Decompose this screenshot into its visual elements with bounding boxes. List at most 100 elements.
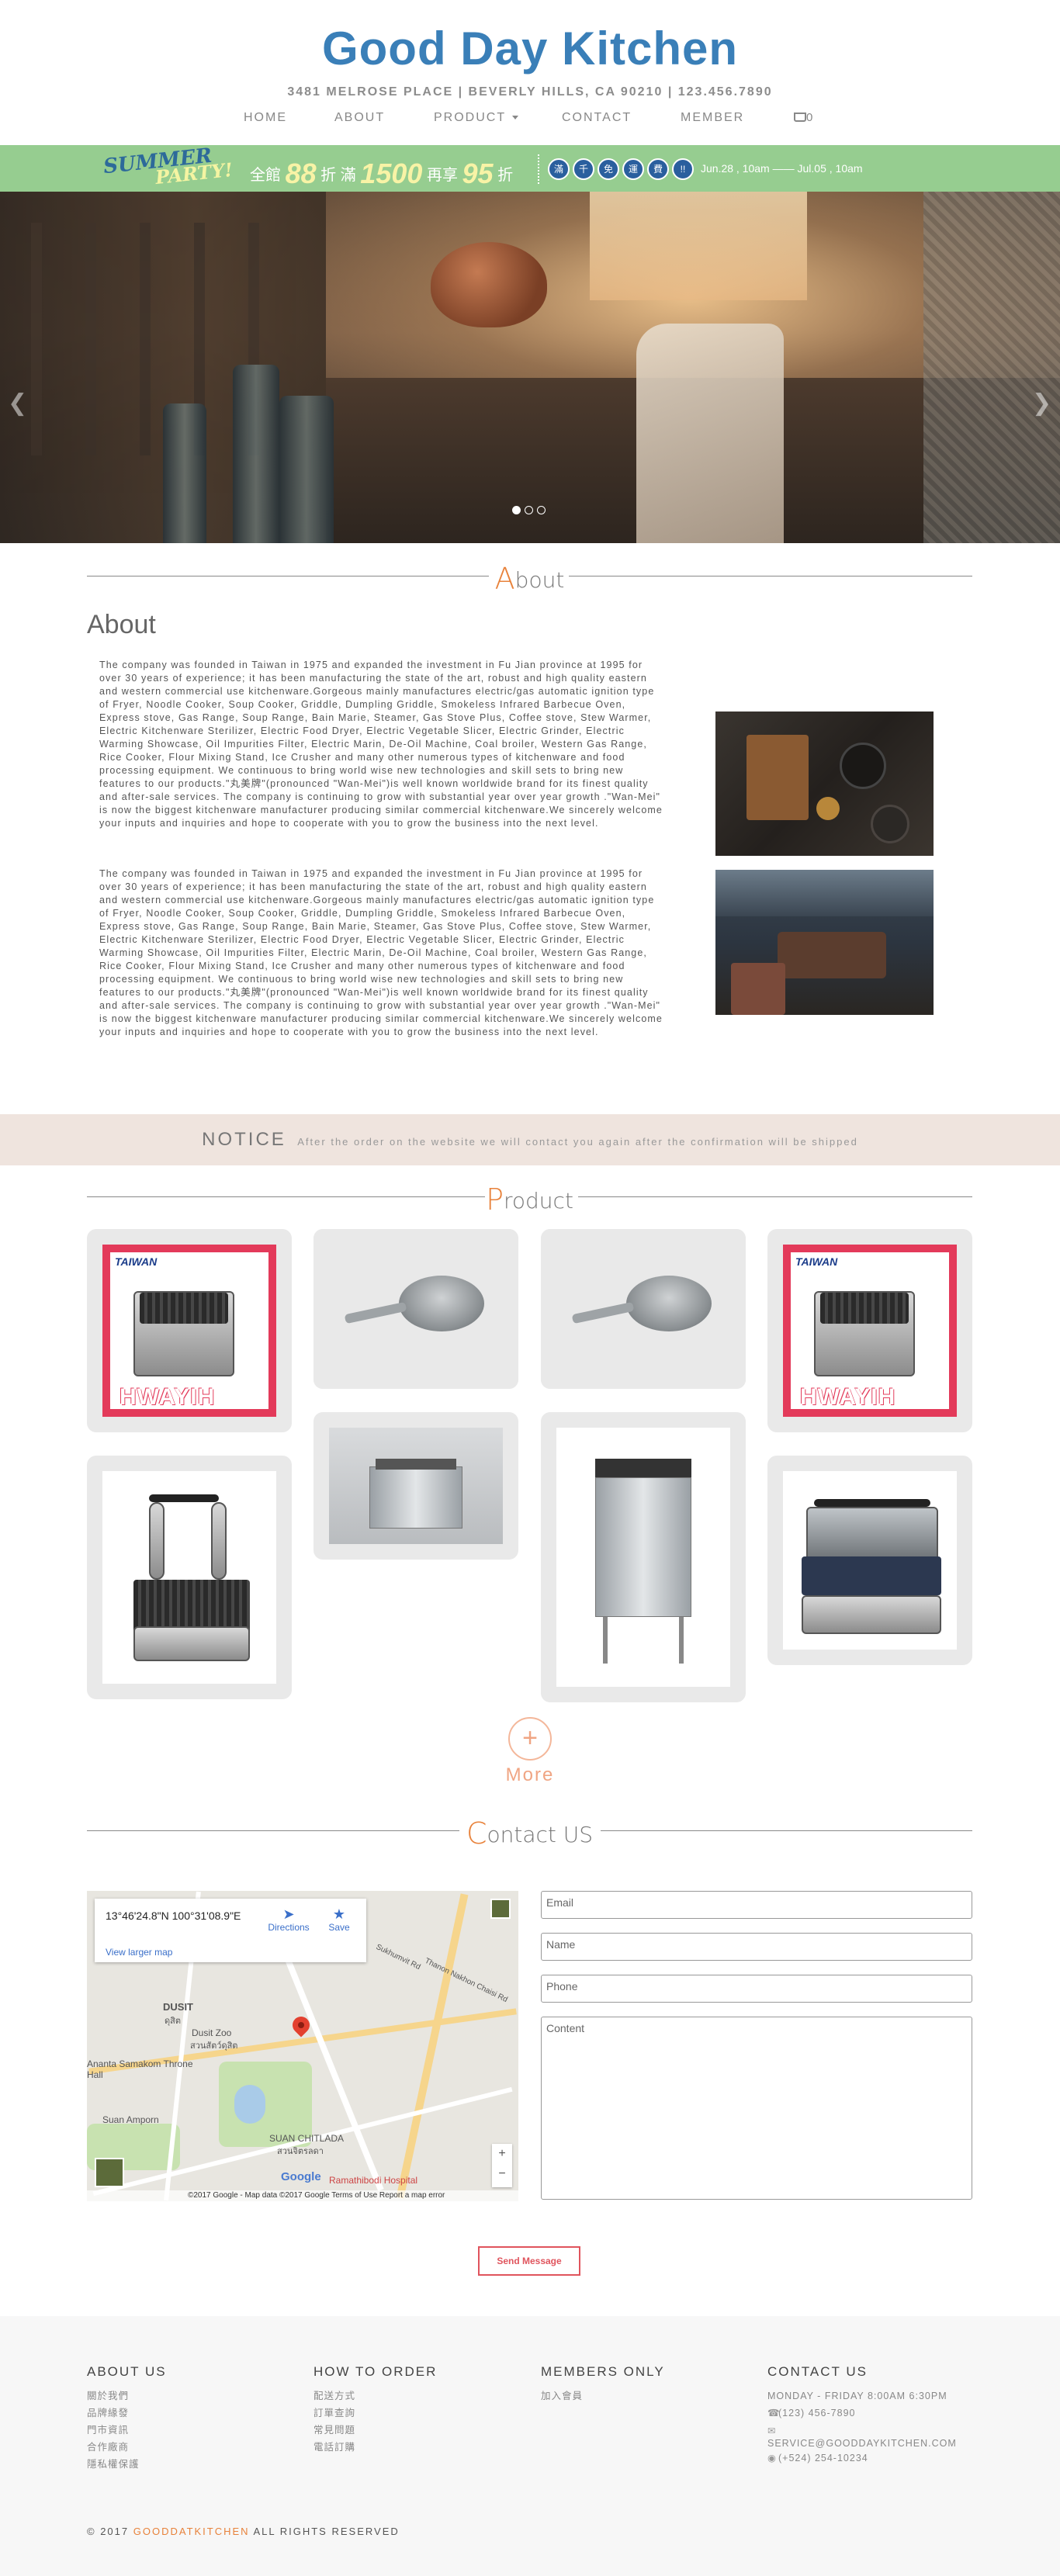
footer-link[interactable]: 配送方式 <box>313 2387 531 2405</box>
content-placeholder: Content <box>546 2022 585 2034</box>
title-cap: A <box>494 562 515 596</box>
map-attribution: ©2017 Google - Map data ©2017 Google Ter… <box>87 2190 518 2201</box>
hero-tiles <box>923 192 1060 543</box>
footer-column-title: MEMBERS ONLY <box>541 2364 665 2379</box>
content-textarea[interactable]: Content <box>541 2017 972 2200</box>
footer-members-column: MEMBERS ONLY 加入會員 <box>541 2364 758 2405</box>
fryer-leg <box>603 1617 608 1664</box>
footer-email[interactable]: ✉ SERVICE@GOODDAYKITCHEN.COM <box>767 2425 985 2450</box>
nav-home[interactable]: HOME <box>244 111 287 125</box>
footer-link[interactable]: 加入會員 <box>541 2387 758 2405</box>
shelf-slat <box>31 223 42 455</box>
chevron-down-icon <box>512 116 519 120</box>
footer-phone[interactable]: ☎(123) 456-7890 <box>767 2405 985 2422</box>
fryer-leg <box>679 1617 684 1664</box>
product-card[interactable]: TAIWAN HWAYIH <box>767 1229 972 1432</box>
more-products-label[interactable]: More <box>466 1764 594 1786</box>
footer-link[interactable]: 訂單查詢 <box>313 2405 531 2422</box>
zoom-out-icon[interactable]: − <box>492 2164 512 2184</box>
footer-link[interactable]: 隱私權保護 <box>87 2456 304 2473</box>
email-field[interactable]: Email <box>541 1891 972 1919</box>
map-info-card: 13°46'24.8"N 100°31'08.9"E View larger m… <box>95 1899 366 1962</box>
name-field[interactable]: Name <box>541 1933 972 1961</box>
badge: 滿 <box>548 158 570 180</box>
product-image <box>329 1428 503 1544</box>
product-card[interactable] <box>87 1456 292 1699</box>
carousel-dot[interactable] <box>512 506 521 514</box>
site-logo[interactable]: Good Day Kitchen <box>0 22 1060 75</box>
zoom-in-icon[interactable]: + <box>492 2144 512 2164</box>
carousel-prev-icon[interactable]: ❮ <box>8 390 27 417</box>
griddle-plate <box>140 1293 228 1324</box>
gas-burner <box>399 1276 484 1331</box>
save-place-button[interactable]: ★ Save <box>316 1906 362 1933</box>
map-label: Dusit Zoo <box>192 2027 232 2038</box>
footer-column-title: CONTACT US <box>767 2364 868 2379</box>
notice-text: After the order on the website we will c… <box>297 1136 858 1148</box>
map-label: สวนสัตว์ดุสิต <box>190 2041 238 2051</box>
copyright-rights: ALL RIGHTS RESERVED <box>253 2526 400 2537</box>
nav-product[interactable]: PRODUCT <box>434 111 519 125</box>
product-image <box>102 1471 276 1684</box>
email-text: SERVICE@GOODDAYKITCHEN.COM <box>767 2438 957 2449</box>
google-map[interactable]: DUSIT ดุสิต Dusit Zoo สวนสัตว์ดุสิต Anan… <box>87 1891 518 2201</box>
product-card[interactable] <box>541 1412 746 1702</box>
hero-window-light <box>590 192 807 300</box>
phone-icon: ☎ <box>767 2408 781 2418</box>
map-label: Ramathibodi Hospital <box>329 2175 418 2186</box>
shelf-slat <box>85 223 96 455</box>
site-footer: ABOUT US 關於我們 品牌緣發 門市資訊 合作廠商 隱私權保護 HOW T… <box>0 2316 1060 2576</box>
badge: 運 <box>622 158 644 180</box>
fryer-cabinet <box>595 1477 691 1617</box>
footer-link[interactable]: 品牌緣發 <box>87 2405 304 2422</box>
product-card[interactable] <box>313 1412 518 1560</box>
badge: !! <box>672 158 694 180</box>
directions-button[interactable]: ➤ Directions <box>265 1906 312 1933</box>
kitchen-chair <box>731 963 785 1015</box>
grill-arm <box>211 1502 227 1580</box>
nav-member[interactable]: MEMBER <box>681 111 744 125</box>
satellite-toggle-icon[interactable] <box>490 1899 511 1919</box>
footer-order-column: HOW TO ORDER 配送方式 訂單查詢 常見問題 電話訂購 <box>313 2364 531 2456</box>
product-section-title: Product <box>87 1181 972 1217</box>
cart-count: 0 <box>806 111 813 124</box>
carousel-next-icon[interactable]: ❯ <box>1032 390 1051 417</box>
nav-about[interactable]: ABOUT <box>334 111 385 125</box>
phone-field[interactable]: Phone <box>541 1975 972 2003</box>
copyright-brand-link[interactable]: GOODDATKITCHEN <box>133 2526 250 2537</box>
grill-base <box>802 1595 941 1634</box>
product-card[interactable] <box>767 1456 972 1665</box>
promo-t4: 再享 <box>426 167 458 184</box>
carousel-dot[interactable] <box>537 506 546 514</box>
map-label: SUAN CHITLADA <box>269 2133 345 2144</box>
product-image: TAIWAN HWAYIH <box>102 1245 276 1417</box>
view-larger-map-link[interactable]: View larger map <box>106 1947 172 1958</box>
title-cap: P <box>486 1182 504 1217</box>
footer-column-title: ABOUT US <box>87 2364 167 2379</box>
street-view-thumbnail[interactable] <box>95 2158 124 2187</box>
footer-link[interactable]: 門市資訊 <box>87 2422 304 2439</box>
promo-discount-2: 95 <box>462 158 494 189</box>
nav-contact[interactable]: CONTACT <box>562 111 632 125</box>
product-card[interactable] <box>313 1229 518 1389</box>
about-section-title: About <box>87 560 972 596</box>
footer-link[interactable]: 常見問題 <box>313 2422 531 2439</box>
about-section-heading: About <box>87 560 972 596</box>
product-card[interactable] <box>541 1229 746 1389</box>
carousel-dot[interactable] <box>525 506 533 514</box>
footer-link[interactable]: 合作廠商 <box>87 2439 304 2456</box>
badge: 費 <box>647 158 669 180</box>
main-nav: HOME ABOUT PRODUCT CONTACT MEMBER 0 <box>0 111 1060 131</box>
promo-banner[interactable]: SUMMER PARTY! 全館 88 折 滿 1500 再享 95 折 滿 千… <box>0 144 1060 192</box>
fryer-machine <box>369 1466 462 1529</box>
footer-link[interactable]: 關於我們 <box>87 2387 304 2405</box>
footer-link[interactable]: 電話訂購 <box>313 2439 531 2456</box>
send-message-button[interactable]: Send Message <box>478 2246 580 2276</box>
hero-pot <box>431 242 547 327</box>
contact-section-heading: Contact US <box>87 1815 972 1851</box>
burner-pipe <box>571 1301 635 1324</box>
cart-button[interactable]: 0 <box>794 111 812 124</box>
product-card[interactable]: TAIWAN HWAYIH <box>87 1229 292 1432</box>
more-products-button[interactable]: + <box>508 1717 552 1761</box>
save-label: Save <box>328 1922 350 1933</box>
